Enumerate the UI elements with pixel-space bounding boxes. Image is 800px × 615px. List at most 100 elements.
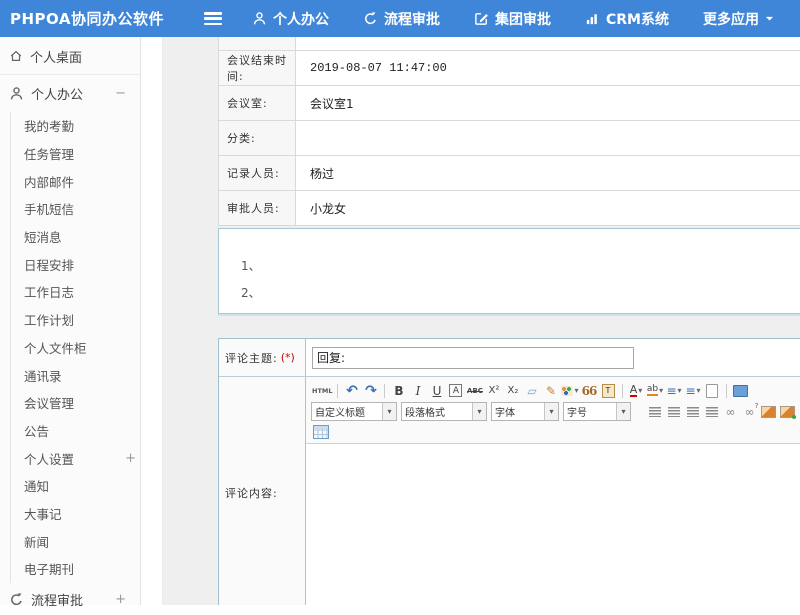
field-label: 评论内容: [225,485,278,501]
table-row-recorder: 记录人员:杨过 [219,156,800,191]
sidebar-item-label: 公告 [24,421,49,440]
person-icon [252,11,267,26]
undo-button[interactable]: ↶ [343,382,360,399]
dropdown-caret-icon[interactable]: ▾ [382,403,396,420]
image-upload-button[interactable] [779,403,796,420]
edit-icon [474,11,489,26]
dropdown-caret-icon[interactable]: ▾ [544,403,558,420]
paste-text-button[interactable]: T [600,382,617,399]
sidebar-item-personal-desktop[interactable]: 个人桌面 [0,41,140,71]
new-page-button[interactable] [704,382,721,399]
redo-button-glyph: ↷ [365,383,377,399]
nav-more-apps-label: 更多应用 [703,9,759,29]
blockquote-button[interactable]: 66 [581,382,598,399]
sidebar-item-internal-mail[interactable]: 内部邮件 [11,167,140,195]
sidebar-item-news[interactable]: 新闻 [11,527,140,555]
sidebar-item-e-journal[interactable]: 电子期刊 [11,555,140,583]
row-value: 小龙女 [296,191,800,225]
unlink-button[interactable]: ∞ [741,403,758,420]
highlight-button-glyph: ab [647,385,658,396]
sidebar-submenu: 我的考勤任务管理内部邮件手机短信短消息日程安排工作日志工作计划个人文件柜通讯录会… [10,112,140,583]
expand-toggle[interactable]: + [125,451,140,466]
highlight-button[interactable]: ab▾ [647,382,664,399]
nav-workflow-approval[interactable]: 流程审批 [363,9,440,29]
paste-text-button-glyph: T [602,384,615,398]
row-value [296,121,800,155]
sidebar-item-work-plan[interactable]: 工作计划 [11,306,140,334]
paragraph-format-select[interactable]: 段落格式▾ [401,402,487,421]
font-color-button[interactable]: A▾ [628,382,645,399]
main-content: 会议结束时间:2019-08-07 11:47:00会议室:会议室1分类:记录人… [163,37,800,605]
sidebar-item-label: 短消息 [24,227,62,246]
subscript-button[interactable]: X₂ [504,382,521,399]
sidebar-item-label: 手机短信 [24,199,74,218]
nav-more-apps[interactable]: 更多应用 [703,9,774,29]
sidebar-item-personal-settings[interactable]: 个人设置+ [11,444,140,472]
format-brush-button-glyph: ✎ [546,384,556,398]
fullscreen-button[interactable] [732,382,749,399]
align-right-button[interactable] [684,403,701,420]
sidebar-item-contacts[interactable]: 通讯录 [11,361,140,389]
ordered-list-button[interactable]: ≡▾ [666,382,683,399]
italic-button[interactable]: I [409,382,426,399]
dropdown-caret-icon: ▾ [638,386,642,395]
underline-button[interactable]: U [428,382,445,399]
nav-personal-office[interactable]: 个人办公 [252,9,329,29]
sidebar-item-mobile-sms[interactable]: 手机短信 [11,195,140,223]
format-brush-button[interactable]: ✎ [542,382,559,399]
sidebar-item-personal-office[interactable]: 个人办公 − [0,78,140,108]
editor-content-area[interactable] [306,444,800,605]
dropdown-caret-icon[interactable]: ▾ [616,403,630,420]
image-button[interactable] [760,403,777,420]
toolbar-separator [622,384,623,398]
image-upload-button-glyph [780,406,795,418]
sidebar-item-short-message[interactable]: 短消息 [11,223,140,251]
superscript-button[interactable]: X² [485,382,502,399]
sidebar-item-meeting-management[interactable]: 会议管理 [11,389,140,417]
hamburger-menu-icon[interactable] [204,12,222,25]
sidebar-item-file-cabinet[interactable]: 个人文件柜 [11,334,140,362]
palette-dropdown-button[interactable]: ▾ [561,382,578,399]
font-family-select[interactable]: 字体▾ [491,402,559,421]
eraser-button[interactable]: ▱ [523,382,540,399]
font-box-button[interactable]: A [447,382,464,399]
comment-subject-label: 评论主题:(*) [219,339,306,376]
font-size-select[interactable]: 字号▾ [563,402,631,421]
sidebar-item-task-management[interactable]: 任务管理 [11,140,140,168]
unordered-list-button[interactable]: ≡▾ [685,382,702,399]
sidebar-item-schedule[interactable]: 日程安排 [11,250,140,278]
sidebar-item-work-log[interactable]: 工作日志 [11,278,140,306]
html-source-button[interactable]: HTML [312,382,332,399]
palette-dropdown-button-glyph [561,386,573,396]
collapse-toggle[interactable]: − [115,86,140,101]
align-center-button[interactable] [665,403,682,420]
heading-select[interactable]: 自定义标题▾ [311,402,397,421]
caret-down-icon [765,14,774,23]
dropdown-caret-icon[interactable]: ▾ [472,403,486,420]
sidebar-item-label: 任务管理 [24,144,74,163]
person-icon [9,86,24,101]
toolbar-separator [726,384,727,398]
nav-crm-system[interactable]: CRM系统 [585,9,669,29]
nav-group-approval-label: 集团审批 [495,9,551,29]
font-color-button-glyph: A [630,385,638,397]
align-left-button[interactable] [646,403,663,420]
nav-group-approval[interactable]: 集团审批 [474,9,551,29]
redo-button[interactable]: ↷ [362,382,379,399]
sidebar-item-notice[interactable]: 通知 [11,472,140,500]
table-row-approver: 审批人员:小龙女 [219,191,800,226]
link-button[interactable]: ∞ [722,403,739,420]
toolbar-row-2: 自定义标题▾段落格式▾字体▾字号▾ ∞∞ [311,401,796,422]
justify-button[interactable] [703,403,720,420]
sidebar-item-my-attendance[interactable]: 我的考勤 [11,112,140,140]
subscript-button-glyph: X₂ [508,385,519,396]
sidebar-item-announcement[interactable]: 公告 [11,417,140,445]
bold-button[interactable]: B [390,382,407,399]
comment-subject-input[interactable] [312,347,634,369]
sidebar-item-memorabilia[interactable]: 大事记 [11,500,140,528]
sidebar-item-workflow-approval[interactable]: 流程审批 + [0,585,140,615]
topbar-nav: 个人办公 流程审批 集团审批 CRM系统 更多应用 [252,9,774,29]
strikethrough-button[interactable]: ABC [466,382,483,399]
required-mark: (*) [281,351,295,364]
table-button[interactable] [312,423,329,440]
